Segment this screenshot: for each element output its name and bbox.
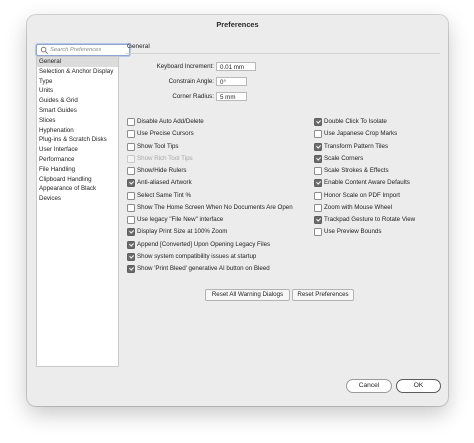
reset-preferences-button[interactable]: Reset Preferences <box>292 289 354 301</box>
sidebar-item-performance[interactable]: Performance <box>37 155 118 165</box>
sidebar-item-file-handling[interactable]: File Handling <box>37 165 118 175</box>
divider <box>126 53 440 54</box>
checkbox-unchecked[interactable] <box>314 191 322 200</box>
sidebar-item-smart-guides[interactable]: Smart Guides <box>37 106 118 116</box>
keyboard-increment-field[interactable]: 0.01 mm <box>216 62 256 71</box>
search-placeholder: Search Preferences <box>50 47 102 53</box>
preferences-dialog: Preferences Search Preferences General Se… <box>27 15 448 406</box>
checkbox-checked[interactable] <box>127 240 135 249</box>
search-icon <box>40 46 49 55</box>
panel-title: General <box>127 43 150 50</box>
option-label: Show/Hide Rulers <box>137 167 187 174</box>
option-label: Zoom with Mouse Wheel <box>324 203 393 211</box>
option-label: Enable Content Aware Defaults <box>324 179 410 187</box>
sidebar-item-selection-anchor-display[interactable]: Selection & Anchor Display <box>37 67 118 77</box>
corner-radius-field[interactable]: 5 mm <box>216 92 247 101</box>
sidebar-item-units[interactable]: Units <box>37 86 118 96</box>
option-label: Double Click To Isolate <box>324 118 387 125</box>
option-label: Use legacy "File New" interface <box>137 216 224 223</box>
option-label: Show system compatibility issues at star… <box>137 252 257 260</box>
checkbox-checked[interactable] <box>314 154 322 163</box>
checkbox-checked[interactable] <box>127 265 135 273</box>
corner-radius-label: Corner Radius: <box>172 93 214 100</box>
sidebar-item-appearance-of-black[interactable]: Appearance of Black <box>37 184 118 194</box>
checkbox-checked[interactable] <box>314 216 322 224</box>
checkbox-checked[interactable] <box>127 179 135 188</box>
option-label: Use Preview Bounds <box>324 228 382 236</box>
checkbox-checked[interactable] <box>127 228 135 237</box>
checkbox-unchecked[interactable] <box>127 142 135 151</box>
option-label: Display Print Size at 100% Zoom <box>137 228 228 236</box>
sidebar-item-slices[interactable]: Slices <box>37 116 118 126</box>
checkbox-unchecked[interactable] <box>127 167 135 175</box>
checkbox-unchecked[interactable] <box>127 130 135 139</box>
cancel-button[interactable]: Cancel <box>346 379 392 393</box>
checkbox-unchecked[interactable] <box>127 216 135 224</box>
option-label: Select Same Tint % <box>137 191 191 199</box>
checkbox-unchecked[interactable] <box>314 203 322 212</box>
option-label: Use Japanese Crop Marks <box>324 130 398 138</box>
option-label: Show The Home Screen When No Documents A… <box>137 203 293 211</box>
checkbox-checked[interactable] <box>314 142 322 151</box>
checkbox-unchecked[interactable] <box>314 130 322 139</box>
option-label: Anti-aliased Artwork <box>137 179 192 187</box>
checkbox-checked[interactable] <box>127 252 135 261</box>
sidebar-item-plug-ins-scratch-disks[interactable]: Plug-ins & Scratch Disks <box>37 135 118 145</box>
checkbox-unchecked <box>127 154 135 163</box>
option-label: Append [Converted] Upon Opening Legacy F… <box>137 240 271 248</box>
checkbox-unchecked[interactable] <box>127 118 135 126</box>
reset-warning-dialogs-button[interactable]: Reset All Warning Dialogs <box>205 289 290 301</box>
option-label: Honor Scale on PDF Import <box>324 191 400 199</box>
search-input[interactable]: Search Preferences <box>36 44 130 56</box>
option-label: Trackpad Gesture to Rotate View <box>324 216 416 223</box>
checkbox-unchecked[interactable] <box>314 167 322 175</box>
option-label: Transform Pattern Tiles <box>324 142 389 150</box>
option-label: Disable Auto Add/Delete <box>137 118 204 125</box>
sidebar-item-general[interactable]: General <box>37 57 118 67</box>
constrain-angle-field[interactable]: 0° <box>216 77 247 86</box>
option-label: Show Rich Tool Tips <box>137 154 193 162</box>
checkbox-checked[interactable] <box>314 118 322 126</box>
sidebar-item-clipboard-handling[interactable]: Clipboard Handling <box>37 175 118 185</box>
constrain-angle-label: Constrain Angle: <box>168 78 214 85</box>
sidebar-item-user-interface[interactable]: User Interface <box>37 145 118 155</box>
option-label: Show 'Print Bleed' generative AI button … <box>137 265 270 272</box>
window-title: Preferences <box>216 20 259 29</box>
option-label: Show Tool Tips <box>137 142 179 150</box>
sidebar-item-type[interactable]: Type <box>37 77 118 87</box>
sidebar-item-hyphenation[interactable]: Hyphenation <box>37 126 118 136</box>
category-sidebar: General Selection & Anchor Display Type Uni… <box>36 56 119 367</box>
checkbox-unchecked[interactable] <box>127 203 135 212</box>
sidebar-item-devices[interactable]: Devices <box>37 194 118 204</box>
option-label: Scale Corners <box>324 154 364 162</box>
checkbox-checked[interactable] <box>314 179 322 188</box>
checkbox-unchecked[interactable] <box>314 228 322 237</box>
checkbox-unchecked[interactable] <box>127 191 135 200</box>
sidebar-item-guides-grid[interactable]: Guides & Grid <box>37 96 118 106</box>
option-label: Use Precise Cursors <box>137 130 194 138</box>
ok-button[interactable]: OK <box>396 379 441 393</box>
keyboard-increment-label: Keyboard Increment: <box>156 63 214 70</box>
option-label: Scale Strokes & Effects <box>324 167 389 174</box>
